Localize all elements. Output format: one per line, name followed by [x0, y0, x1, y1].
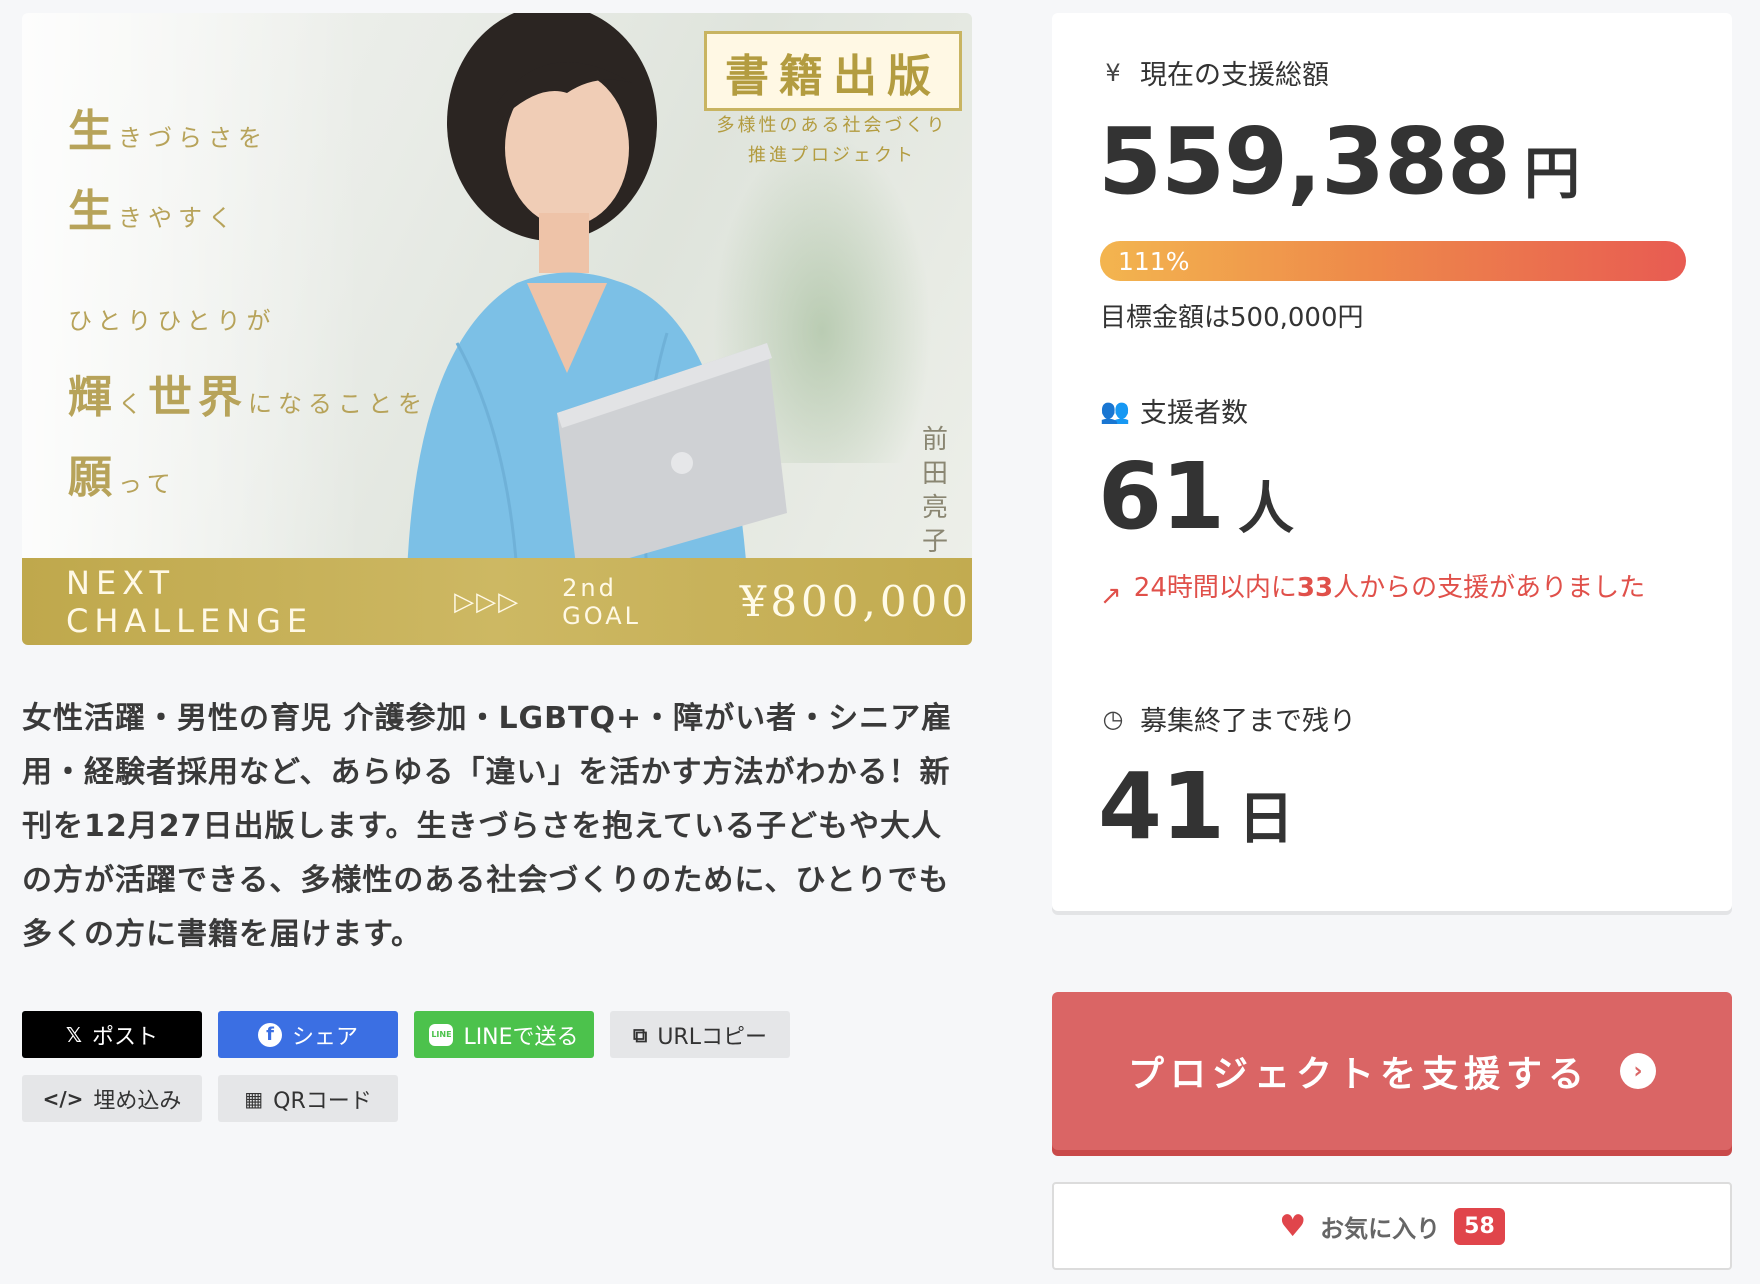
badge-subtitle: 多様性のある社会づくり 推進プロジェクト: [704, 111, 960, 171]
remaining-days-value: 41: [1098, 753, 1225, 860]
x-post-label: ポスト: [92, 1024, 159, 1050]
total-amount-unit: 円: [1524, 142, 1581, 207]
second-goal-label: 2nd GOAL: [562, 573, 641, 630]
embed-label: 埋め込み: [93, 1088, 182, 1114]
line-send-button[interactable]: LINE LINEで送る: [414, 1011, 594, 1058]
favorite-count-badge: 58: [1454, 1207, 1505, 1245]
hero-catch-line-5: 願って: [68, 452, 177, 503]
badge-title: 書籍出版: [725, 51, 941, 102]
second-goal-amount: ¥800,000: [739, 577, 972, 626]
remaining-days-label: 募集終了まで残り: [1140, 706, 1356, 737]
hero-catch-line-2: 生きやすく: [68, 186, 238, 237]
url-copy-button[interactable]: ⧉ URLコピー: [610, 1011, 790, 1058]
book-publication-badge: 書籍出版: [704, 31, 962, 111]
project-description: 女性活躍・男性の育児 介護参加・LGBTQ+・障がい者・シニア雇用・経験者採用な…: [22, 701, 953, 952]
trending-up-icon: ↗: [1100, 581, 1122, 611]
supporters-heading: 👥 支援者数: [1100, 391, 1248, 430]
hero-catch-line-1: 生きづらさを: [68, 106, 268, 157]
hero-catch-line-3: ひとりひとりが: [68, 307, 277, 335]
favorite-label: お気に入り: [1320, 1214, 1441, 1243]
copy-icon: ⧉: [633, 1022, 648, 1047]
remaining-days-heading: ◷ 募集終了まで残り: [1100, 699, 1356, 738]
badge-subtitle-line-2: 推進プロジェクト: [748, 145, 916, 166]
remaining-days: 41 日: [1098, 753, 1294, 860]
recent-support-notice: ↗ 24時間以内に33人からの支援がありました: [1100, 569, 1660, 615]
x-post-button[interactable]: 𝕏 ポスト: [22, 1011, 202, 1058]
supporters-unit: 人: [1238, 477, 1295, 542]
qr-code-button[interactable]: ▦ QRコード: [218, 1075, 398, 1122]
remaining-days-unit: 日: [1238, 787, 1295, 852]
chevron-right-icon: ›: [1620, 1053, 1656, 1089]
next-challenge-text: NEXT CHALLENGE: [66, 563, 314, 640]
users-icon: 👥: [1100, 396, 1130, 425]
x-logo-icon: 𝕏: [65, 1022, 83, 1047]
total-amount-value: 559,388: [1098, 108, 1511, 215]
recent-support-text: 24時間以内に33人からの支援がありました: [1133, 573, 1646, 603]
embed-button[interactable]: </> 埋め込み: [22, 1075, 202, 1122]
qr-code-icon: ▦: [244, 1086, 264, 1111]
line-send-label: LINEで送る: [463, 1024, 579, 1050]
hero-catch-line-4: 輝く世界になることを: [68, 372, 428, 423]
band-arrows: ▷▷▷: [454, 586, 521, 617]
goal-amount-text: 目標金額は500,000円: [1100, 303, 1364, 333]
code-icon: </>: [42, 1086, 84, 1111]
facebook-share-button[interactable]: f シェア: [218, 1011, 398, 1058]
supporters-value: 61: [1098, 443, 1225, 550]
author-name: 前田亮子: [921, 425, 948, 557]
qr-code-label: QRコード: [273, 1088, 372, 1114]
support-project-button[interactable]: プロジェクトを支援する ›: [1052, 992, 1732, 1150]
supporters-label: 支援者数: [1140, 398, 1248, 429]
progress-percent: 111%: [1118, 247, 1190, 276]
clock-icon: ◷: [1102, 704, 1124, 733]
total-amount-label: 現在の支援総額: [1140, 60, 1329, 91]
facebook-icon: f: [257, 1022, 282, 1047]
funding-stats-panel: ¥ 現在の支援総額 559,388 円 111% 目標金額は500,000円 👥 …: [1052, 13, 1732, 911]
total-amount-heading: ¥ 現在の支援総額: [1100, 53, 1329, 92]
url-copy-label: URLコピー: [657, 1024, 767, 1050]
supporters-count: 61 人: [1098, 443, 1294, 550]
facebook-share-label: シェア: [291, 1024, 358, 1050]
heart-icon: ♥: [1279, 1208, 1307, 1244]
badge-subtitle-line-1: 多様性のある社会づくり: [716, 115, 948, 136]
support-project-label: プロジェクトを支援する: [1127, 1054, 1590, 1095]
line-icon: LINE: [429, 1023, 454, 1046]
yen-icon: ¥: [1105, 58, 1121, 87]
total-amount: 559,388 円: [1098, 108, 1580, 215]
favorite-button[interactable]: ♥ お気に入り 58: [1052, 1182, 1732, 1270]
project-hero-image: 生きづらさを 生きやすく ひとりひとりが 輝く世界になることを 願って 書籍出版…: [22, 13, 972, 645]
funding-progress-bar: 111%: [1100, 241, 1686, 281]
next-challenge-band: NEXT CHALLENGE ▷▷▷ 2nd GOAL ¥800,000: [22, 558, 972, 645]
